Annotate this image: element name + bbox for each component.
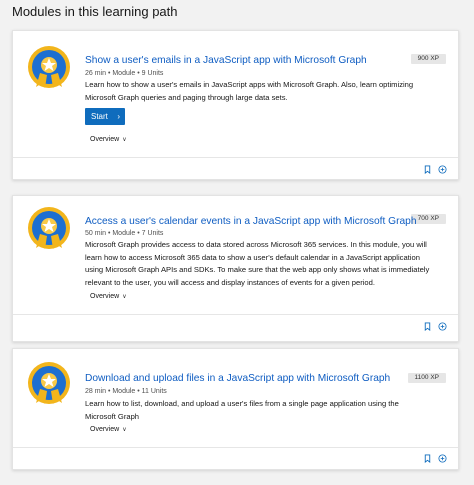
bookmark-icon[interactable] <box>423 322 432 331</box>
chevron-down-icon: ∨ <box>122 427 127 433</box>
module-title-link[interactable]: Download and upload files in a JavaScrip… <box>85 373 390 384</box>
trophy-badge-icon <box>28 46 70 88</box>
module-title-link[interactable]: Access a user's calendar events in a Jav… <box>85 216 417 227</box>
overview-toggle[interactable]: Overview ∨ <box>90 426 127 433</box>
module-card: 700 XP Access a user's calendar events i… <box>12 195 459 342</box>
module-card: 1100 XP Download and upload files in a J… <box>12 348 459 470</box>
overview-label: Overview <box>90 136 120 143</box>
page-heading: Modules in this learning path <box>12 4 178 19</box>
overview-toggle[interactable]: Overview ∨ <box>90 293 127 300</box>
module-card: 900 XP Show a user's emails in a JavaScr… <box>12 30 459 180</box>
chevron-down-icon: ∨ <box>122 294 127 300</box>
add-collection-icon[interactable] <box>438 165 447 174</box>
start-label: Start <box>91 112 108 121</box>
module-meta: 50 min • Module • 7 Units <box>85 230 164 237</box>
bookmark-icon[interactable] <box>423 454 432 463</box>
module-title-link[interactable]: Show a user's emails in a JavaScript app… <box>85 55 367 66</box>
overview-toggle[interactable]: Overview ∨ <box>90 136 127 143</box>
module-description: Learn how to show a user's emails in Jav… <box>85 80 414 102</box>
module-meta: 28 min • Module • 11 Units <box>85 388 167 395</box>
module-description: Learn how to list, download, and upload … <box>85 399 399 421</box>
module-meta: 26 min • Module • 9 Units <box>85 70 164 77</box>
xp-badge: 900 XP <box>410 54 446 64</box>
trophy-badge-icon <box>28 362 70 404</box>
module-description: Microsoft Graph provides access to data … <box>85 240 430 287</box>
overview-label: Overview <box>90 426 120 433</box>
xp-badge: 1100 XP <box>407 373 446 383</box>
card-divider <box>13 157 458 158</box>
chevron-right-icon: › <box>117 112 120 121</box>
card-divider <box>13 447 458 448</box>
start-button[interactable]: Start › <box>85 108 125 125</box>
bookmark-icon[interactable] <box>423 165 432 174</box>
overview-label: Overview <box>90 293 120 300</box>
card-divider <box>13 314 458 315</box>
chevron-down-icon: ∨ <box>122 137 127 143</box>
trophy-badge-icon <box>28 207 70 249</box>
add-collection-icon[interactable] <box>438 454 447 463</box>
add-collection-icon[interactable] <box>438 322 447 331</box>
